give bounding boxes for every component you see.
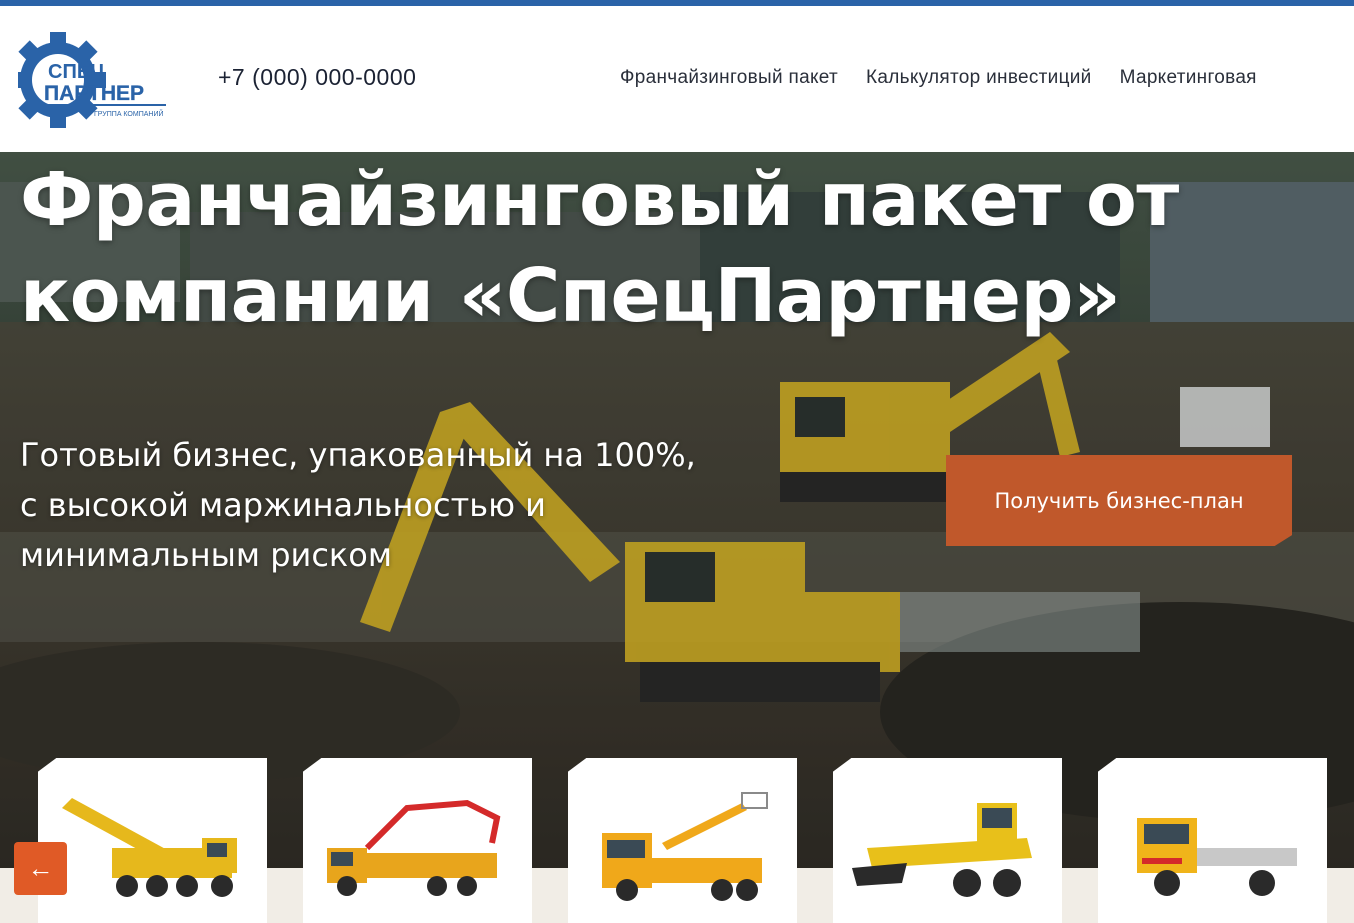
main-nav: Франчайзинговый пакет Калькулятор инвест… [620, 67, 1257, 89]
slider-prev-button[interactable]: ← [14, 842, 67, 895]
gear-logo-icon: СПЕЦ ПАРТНЕР ГРУППА КОМПАНИЙ [18, 32, 166, 128]
motor-grader-icon [852, 803, 1032, 897]
equipment-card-aerial-platform[interactable] [568, 758, 797, 923]
svg-text:ПАРТНЕР: ПАРТНЕР [44, 82, 144, 105]
truck-crane-icon [62, 798, 237, 897]
arrow-left-icon: ← [27, 853, 54, 883]
hero-section: Франчайзинговый пакет от компании «СпецП… [0, 152, 1354, 923]
svg-text:СПЕЦ: СПЕЦ [48, 61, 105, 83]
nav-franchise-package[interactable]: Франчайзинговый пакет [620, 67, 838, 89]
header-phone[interactable]: +7 (000) 000-0000 [218, 64, 416, 91]
site-header: СПЕЦ ПАРТНЕР ГРУППА КОМПАНИЙ +7 (000) 00… [0, 6, 1354, 152]
hero-subtitle: Готовый бизнес, упакованный на 100%, с в… [20, 436, 696, 574]
company-logo[interactable]: СПЕЦ ПАРТНЕР ГРУППА КОМПАНИЙ [18, 30, 178, 130]
equipment-card-tow-truck[interactable] [1098, 758, 1327, 923]
equipment-card-motor-grader[interactable] [833, 758, 1062, 923]
nav-marketing[interactable]: Маркетинговая [1120, 67, 1257, 89]
tow-truck-icon [1137, 818, 1297, 896]
equipment-card-concrete-pump[interactable] [303, 758, 532, 923]
equipment-card-truck-crane[interactable] [38, 758, 267, 923]
nav-investment-calculator[interactable]: Калькулятор инвестиций [866, 67, 1092, 89]
svg-text:ГРУППА КОМПАНИЙ: ГРУППА КОМПАНИЙ [94, 109, 164, 118]
hero-title: Франчайзинговый пакет от компании «СпецП… [20, 157, 1179, 339]
get-business-plan-button[interactable]: Получить бизнес-план [946, 455, 1292, 546]
concrete-pump-truck-icon [327, 799, 501, 896]
aerial-platform-truck-icon [602, 792, 768, 901]
